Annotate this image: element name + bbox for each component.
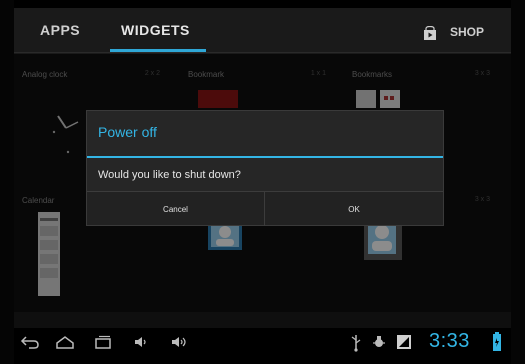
dialog-title: Power off — [98, 124, 157, 140]
screen-frame-left — [0, 0, 14, 364]
volume-up-icon[interactable] — [170, 334, 190, 350]
dialog-button-bar: Cancel OK — [87, 191, 443, 226]
recent-apps-icon[interactable] — [92, 334, 114, 350]
back-icon[interactable] — [20, 334, 40, 350]
tab-widgets[interactable]: WIDGETS — [121, 22, 190, 38]
screen-frame-right — [511, 0, 525, 364]
tab-bar-divider — [14, 52, 511, 53]
cancel-button[interactable]: Cancel — [87, 192, 265, 226]
tablet-screen: APPS WIDGETS SHOP Analog clock 2 x 2 Boo… — [14, 8, 511, 356]
shop-label[interactable]: SHOP — [450, 25, 484, 39]
usb-icon — [351, 335, 361, 352]
system-nav-bar: 3:33 — [14, 328, 511, 356]
tab-apps[interactable]: APPS — [40, 22, 80, 38]
power-off-dialog: Power off Would you like to shut down? C… — [86, 110, 444, 226]
shop-bag-icon[interactable] — [423, 26, 437, 40]
dialog-message: Would you like to shut down? — [98, 169, 241, 181]
signal-icon — [397, 335, 411, 349]
volume-down-icon[interactable] — [132, 334, 150, 350]
battery-icon — [493, 332, 501, 351]
ok-button[interactable]: OK — [265, 192, 443, 226]
home-icon[interactable] — [54, 334, 76, 350]
debug-icon — [373, 336, 385, 347]
dialog-title-divider — [87, 156, 443, 158]
status-clock: 3:33 — [429, 330, 470, 352]
app-drawer-tab-bar: APPS WIDGETS SHOP — [14, 8, 511, 54]
